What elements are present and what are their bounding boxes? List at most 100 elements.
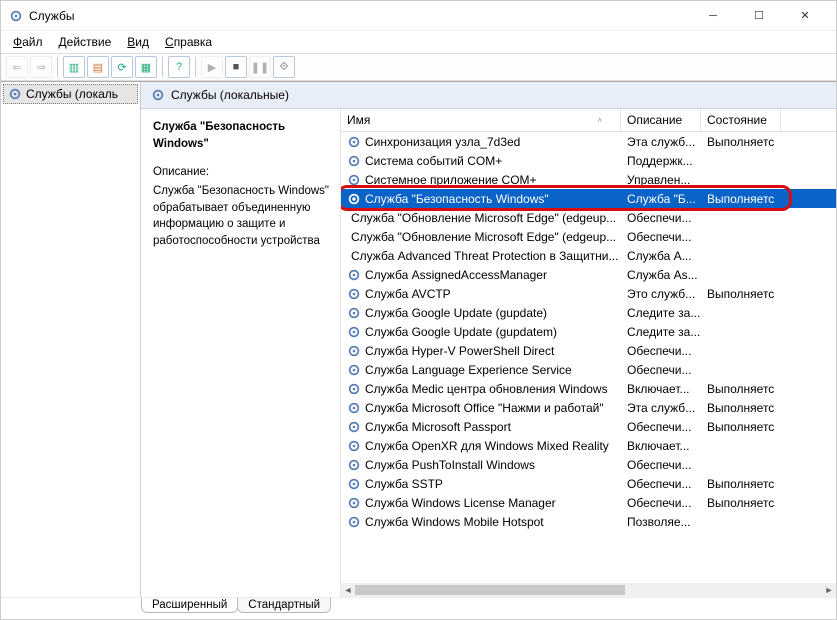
cell-desc: Обеспечи... xyxy=(621,230,701,244)
cell-name: Служба OpenXR для Windows Mixed Reality xyxy=(341,439,621,453)
service-gear-icon xyxy=(347,363,361,377)
table-row[interactable]: Синхронизация узла_7d3edЭта служб...Выпо… xyxy=(341,132,836,151)
service-gear-icon xyxy=(347,515,361,529)
cell-name: Служба "Безопасность Windows" xyxy=(341,192,621,206)
cell-desc: Обеспечи... xyxy=(621,211,701,225)
table-row[interactable]: Служба Microsoft Office "Нажми и работай… xyxy=(341,398,836,417)
cell-name: Служба "Обновление Microsoft Edge" (edge… xyxy=(341,230,621,244)
cell-desc: Служба "Б... xyxy=(621,192,701,206)
service-gear-icon xyxy=(347,287,361,301)
start-button[interactable]: ▶ xyxy=(201,56,223,78)
menu-view[interactable]: Вид xyxy=(119,33,157,51)
cell-desc: Следите за... xyxy=(621,325,701,339)
cell-desc: Включает... xyxy=(621,382,701,396)
service-gear-icon xyxy=(347,439,361,453)
table-row[interactable]: Служба Medic центра обновления WindowsВк… xyxy=(341,379,836,398)
cell-desc: Обеспечи... xyxy=(621,363,701,377)
table-row[interactable]: Служба SSTPОбеспечи...Выполняетс xyxy=(341,474,836,493)
service-gear-icon xyxy=(347,154,361,168)
close-button[interactable]: ✕ xyxy=(782,2,828,30)
tree-gear-icon xyxy=(8,87,22,101)
show-hide-button[interactable]: ▥ xyxy=(63,56,85,78)
service-gear-icon xyxy=(347,477,361,491)
minimize-button[interactable]: ─ xyxy=(690,2,736,30)
tree-root-label: Службы (локаль xyxy=(26,87,118,101)
cell-desc: Это служб... xyxy=(621,287,701,301)
table-row[interactable]: Системное приложение COM+Управлен... xyxy=(341,170,836,189)
maximize-button[interactable]: ☐ xyxy=(736,2,782,30)
client-area: Службы (локаль Службы (локальные) Служба… xyxy=(1,81,836,597)
service-gear-icon xyxy=(347,344,361,358)
description-label: Описание: xyxy=(153,164,330,181)
titlebar: Службы ─ ☐ ✕ xyxy=(1,1,836,31)
service-gear-icon xyxy=(347,135,361,149)
table-row[interactable]: Служба Windows License ManagerОбеспечи..… xyxy=(341,493,836,512)
pane-header: Службы (локальные) xyxy=(141,82,836,109)
cell-desc: Позволяе... xyxy=(621,515,701,529)
sort-indicator-icon: ˄ xyxy=(597,116,602,125)
view-tabs: Расширенный Стандартный xyxy=(1,597,836,619)
tab-standard[interactable]: Стандартный xyxy=(237,598,331,613)
stop-button[interactable]: ■ xyxy=(225,56,247,78)
forward-button[interactable]: ⇒ xyxy=(30,56,52,78)
table-row[interactable]: Служба AssignedAccessManagerСлужба As... xyxy=(341,265,836,284)
table-row[interactable]: Служба Google Update (gupdate)Следите за… xyxy=(341,303,836,322)
table-row[interactable]: Служба Windows Mobile HotspotПозволяе... xyxy=(341,512,836,531)
cell-desc: Обеспечи... xyxy=(621,420,701,434)
cell-state: Выполняетс xyxy=(701,477,781,491)
col-description[interactable]: Описание xyxy=(621,109,701,131)
cell-name: Служба Windows Mobile Hotspot xyxy=(341,515,621,529)
cell-name: Служба SSTP xyxy=(341,477,621,491)
cell-name: Служба AssignedAccessManager xyxy=(341,268,621,282)
menu-action[interactable]: Действие xyxy=(51,33,120,51)
table-row[interactable]: Служба Microsoft PassportОбеспечи...Выпо… xyxy=(341,417,836,436)
cell-name: Системное приложение COM+ xyxy=(341,173,621,187)
cell-desc: Включает... xyxy=(621,439,701,453)
cell-name: Служба Advanced Threat Protection в Защи… xyxy=(341,249,621,263)
service-list: Имя ˄ Описание Состояние Синхронизация у… xyxy=(341,109,836,597)
cell-desc: Обеспечи... xyxy=(621,496,701,510)
tree-root[interactable]: Службы (локаль xyxy=(3,84,138,104)
table-row[interactable]: Служба "Обновление Microsoft Edge" (edge… xyxy=(341,227,836,246)
service-gear-icon xyxy=(347,382,361,396)
cell-name: Служба Language Experience Service xyxy=(341,363,621,377)
restart-button[interactable]: ⟐ xyxy=(273,56,295,78)
cell-state: Выполняетс xyxy=(701,496,781,510)
col-name[interactable]: Имя ˄ xyxy=(341,109,621,131)
export-button[interactable]: ▤ xyxy=(87,56,109,78)
table-row[interactable]: Служба OpenXR для Windows Mixed RealityВ… xyxy=(341,436,836,455)
table-row[interactable]: Служба AVCTPЭто служб...Выполняетс xyxy=(341,284,836,303)
table-row[interactable]: Служба Hyper-V PowerShell DirectОбеспечи… xyxy=(341,341,836,360)
table-row[interactable]: Служба Language Experience ServiceОбеспе… xyxy=(341,360,836,379)
cell-desc: Обеспечи... xyxy=(621,458,701,472)
list-header: Имя ˄ Описание Состояние xyxy=(341,109,836,132)
menu-help[interactable]: Справка xyxy=(157,33,220,51)
cell-name: Служба Microsoft Passport xyxy=(341,420,621,434)
table-row[interactable]: Служба PushToInstall WindowsОбеспечи... xyxy=(341,455,836,474)
help-button[interactable]: ? xyxy=(168,56,190,78)
refresh-button[interactable]: ⟳ xyxy=(111,56,133,78)
tab-extended[interactable]: Расширенный xyxy=(141,598,238,613)
table-row[interactable]: Система событий COM+Поддержк... xyxy=(341,151,836,170)
table-row[interactable]: Служба "Безопасность Windows"Служба "Б..… xyxy=(341,189,836,208)
cell-desc: Служба A... xyxy=(621,249,701,263)
table-row[interactable]: Служба Google Update (gupdatem)Следите з… xyxy=(341,322,836,341)
table-row[interactable]: Служба Advanced Threat Protection в Защи… xyxy=(341,246,836,265)
cell-name: Служба "Обновление Microsoft Edge" (edge… xyxy=(341,211,621,225)
cell-desc: Обеспечи... xyxy=(621,344,701,358)
pause-button[interactable]: ❚❚ xyxy=(249,56,271,78)
detail-panel: Служба "Безопасность Windows" Описание: … xyxy=(141,109,341,597)
horizontal-scrollbar[interactable]: ◄ ► xyxy=(341,583,836,597)
cell-name: Служба Hyper-V PowerShell Direct xyxy=(341,344,621,358)
cell-name: Служба Google Update (gupdate) xyxy=(341,306,621,320)
back-button[interactable]: ⇐ xyxy=(6,56,28,78)
col-state[interactable]: Состояние xyxy=(701,109,781,131)
properties-button[interactable]: ▦ xyxy=(135,56,157,78)
cell-name: Служба AVCTP xyxy=(341,287,621,301)
table-row[interactable]: Служба "Обновление Microsoft Edge" (edge… xyxy=(341,208,836,227)
menu-file[interactable]: Файл xyxy=(5,33,51,51)
list-rows: Синхронизация узла_7d3edЭта служб...Выпо… xyxy=(341,132,836,583)
cell-name: Служба Windows License Manager xyxy=(341,496,621,510)
description-text: Служба "Безопасность Windows" обрабатыва… xyxy=(153,183,330,250)
service-gear-icon xyxy=(347,325,361,339)
